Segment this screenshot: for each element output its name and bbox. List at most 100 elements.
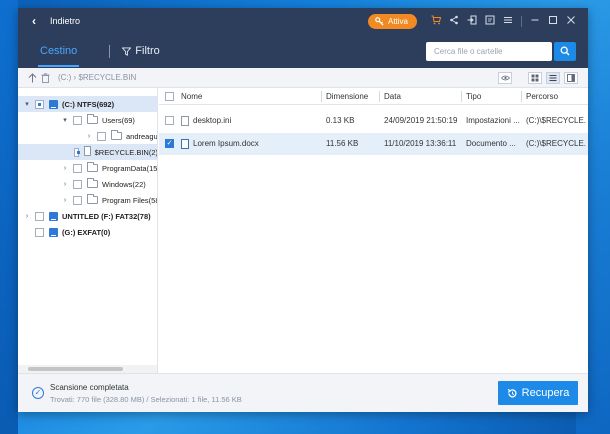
folder-icon [87, 162, 98, 172]
path-bar: (C:) › $RECYCLE.BIN [18, 68, 588, 88]
tree-item-label: Windows(22) [102, 179, 146, 189]
document-icon [181, 138, 189, 149]
file-icon [181, 115, 189, 126]
feedback-icon[interactable] [481, 15, 499, 28]
scan-status-title: Scansione completata [50, 383, 129, 392]
tree-checkbox[interactable] [73, 179, 82, 189]
close-icon[interactable] [562, 15, 580, 28]
table-row[interactable]: desktop.ini 0.13 KB 24/09/2019 21:50:19 … [159, 110, 588, 132]
menu-icon[interactable] [499, 15, 517, 28]
tree-checkbox[interactable] [97, 131, 106, 141]
drive-icon [49, 227, 58, 237]
tree-item-recycle-bin[interactable]: $RECYCLE.BIN(2) [18, 144, 158, 160]
tree-checkbox[interactable] [73, 195, 82, 205]
row-checkbox[interactable] [165, 116, 174, 125]
desktop-background-left [0, 0, 18, 434]
tree-checkbox[interactable] [74, 147, 81, 157]
column-divider[interactable] [461, 91, 462, 102]
drive-icon [49, 99, 58, 109]
table-header: Nome Dimensione Data Tipo Percorso [159, 88, 588, 105]
file-name-cell: Lorem Ipsum.docx [181, 133, 319, 155]
trash-icon [41, 72, 50, 83]
tree-checkbox[interactable] [35, 99, 44, 109]
check-circle-icon: ✓ [32, 387, 44, 399]
maximize-icon[interactable] [544, 15, 562, 28]
title-bar: ‹ Indietro Attiva [18, 8, 588, 34]
tree-item-program-files[interactable]: › Program Files(584) [18, 192, 157, 208]
list-view-button[interactable] [546, 71, 560, 84]
folder-icon [84, 146, 92, 156]
tree-item-users[interactable]: ▾ Users(69) [18, 112, 135, 128]
search-input[interactable]: Cerca file o cartelle [426, 41, 552, 61]
cart-icon[interactable] [427, 15, 445, 28]
recovery-app-window: ‹ Indietro Attiva Cestino Filtro Cerca f… [18, 8, 588, 412]
column-header-name[interactable]: Nome [181, 88, 202, 105]
login-icon[interactable] [463, 15, 481, 28]
activate-button[interactable]: Attiva [367, 13, 417, 29]
file-path: (C:)\$RECYCLE.BIN\ [526, 139, 586, 148]
file-name-cell: desktop.ini [181, 110, 319, 132]
titlebar-divider [521, 15, 522, 27]
search-button[interactable] [554, 41, 576, 61]
column-divider[interactable] [321, 91, 322, 102]
tree-item-label: Users(69) [102, 115, 135, 125]
tab-filtro-label: Filtro [135, 45, 160, 57]
column-header-size[interactable]: Dimensione [326, 88, 368, 105]
drive-icon [49, 211, 58, 221]
search-icon [560, 46, 570, 56]
back-button[interactable]: Indietro [50, 16, 80, 26]
row-checkbox[interactable]: ✓ [165, 139, 174, 148]
tree-item-windows[interactable]: › Windows(22) [18, 176, 146, 192]
key-icon [375, 16, 384, 26]
expand-arrow-icon[interactable]: › [60, 197, 70, 204]
scan-summary: Trovati: 770 file (328.80 MB) / Selezion… [50, 395, 242, 404]
folder-tree: ▾ (C:) NTFS(692) ▾ Users(69) › andreagui… [18, 88, 158, 373]
tree-checkbox[interactable] [35, 227, 44, 237]
tab-cestino[interactable]: Cestino [37, 34, 80, 68]
scrollbar-thumb[interactable] [28, 367, 123, 371]
tab-filtro[interactable]: Filtro [122, 45, 160, 57]
up-arrow-icon[interactable] [28, 72, 37, 83]
expand-arrow-icon[interactable]: › [84, 133, 94, 140]
list-icon [549, 74, 557, 81]
select-all-checkbox[interactable] [165, 92, 174, 101]
grid-view-button[interactable] [528, 71, 542, 84]
column-header-type[interactable]: Tipo [466, 88, 481, 105]
tree-horizontal-scrollbar[interactable] [18, 365, 157, 373]
tree-checkbox[interactable] [73, 115, 82, 125]
file-table: Nome Dimensione Data Tipo Percorso deskt… [159, 88, 588, 373]
table-row[interactable]: ✓ Lorem Ipsum.docx 11.56 KB 11/10/2019 1… [159, 133, 588, 155]
tree-item-drive-f[interactable]: › UNTITLED (F:) FAT32(78) [18, 208, 151, 224]
preview-eye-button[interactable] [498, 71, 512, 84]
breadcrumb: (C:) › $RECYCLE.BIN [58, 73, 137, 82]
folder-icon [87, 178, 98, 188]
grid-icon [531, 74, 539, 81]
tree-item-label: $RECYCLE.BIN(2) [94, 147, 158, 157]
expand-arrow-icon[interactable]: › [60, 181, 70, 188]
expand-arrow-icon[interactable]: ▾ [22, 100, 32, 108]
recover-button[interactable]: Recupera [498, 381, 578, 405]
column-divider[interactable] [521, 91, 522, 102]
eye-icon [500, 75, 510, 80]
tree-item-programdata[interactable]: › ProgramData(15) [18, 160, 158, 176]
tree-item-andreaguida[interactable]: › andreaguida(69) [18, 128, 157, 144]
column-divider[interactable] [379, 91, 380, 102]
minimize-icon[interactable] [526, 15, 544, 28]
share-icon[interactable] [445, 15, 463, 28]
expand-arrow-icon[interactable]: ▾ [60, 116, 70, 124]
tree-item-drive-c[interactable]: ▾ (C:) NTFS(692) [18, 96, 157, 112]
expand-arrow-icon[interactable]: › [60, 165, 70, 172]
file-name: Lorem Ipsum.docx [193, 139, 259, 148]
expand-arrow-icon[interactable]: › [22, 213, 32, 220]
file-type: Impostazioni ... [466, 116, 520, 125]
detail-view-button[interactable] [564, 71, 578, 84]
tree-item-label: ProgramData(15) [102, 163, 158, 173]
tab-divider [109, 44, 111, 58]
file-path: (C:)\$RECYCLE.BIN\ [526, 116, 586, 125]
tree-checkbox[interactable] [73, 163, 82, 173]
tree-checkbox[interactable] [35, 211, 44, 221]
column-header-date[interactable]: Data [384, 88, 401, 105]
column-header-path[interactable]: Percorso [526, 88, 558, 105]
tree-item-drive-g[interactable]: (G:) EXFAT(0) [18, 224, 110, 240]
back-arrow-icon[interactable]: ‹ [32, 14, 44, 28]
